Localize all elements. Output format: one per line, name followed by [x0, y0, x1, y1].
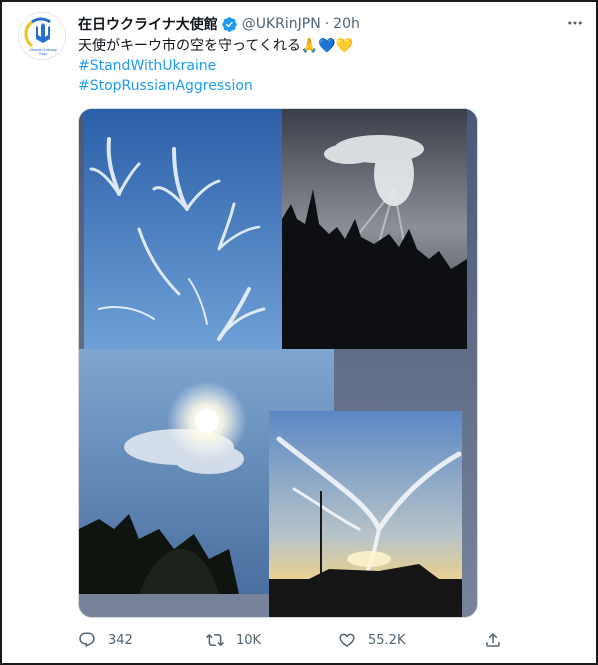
retweet-button[interactable]: 10K	[206, 628, 261, 652]
hashtag-link-stoprussianaggression[interactable]: #StopRussianAggression	[78, 76, 253, 96]
photo-sunset-clouds	[269, 411, 462, 617]
like-count: 55.2K	[368, 632, 406, 648]
avatar[interactable]: Ukrainian Embassy Tokyo	[18, 12, 66, 60]
user-handle[interactable]: @UKRinJPN	[242, 16, 321, 32]
like-icon	[339, 633, 355, 647]
more-options-icon[interactable]	[564, 12, 586, 34]
share-button[interactable]	[484, 628, 502, 652]
tweet-text: 天使がキーウ市の空を守ってくれる🙏💙💛	[78, 38, 354, 54]
retweet-count: 10K	[236, 632, 262, 648]
display-name[interactable]: 在日ウクライナ大使館	[78, 14, 218, 34]
retweet-icon	[206, 633, 224, 647]
tweet-card[interactable]: Ukrainian Embassy Tokyo 在日ウクライナ大使館 @UKRi…	[10, 8, 588, 658]
reply-icon	[79, 632, 95, 648]
verified-badge-icon	[221, 16, 238, 33]
separator-dot: ·	[324, 16, 330, 32]
hashtag-link-standwithukraine[interactable]: #StandWithUkraine	[78, 56, 216, 76]
tweet-image[interactable]	[78, 108, 478, 618]
svg-text:Tokyo: Tokyo	[39, 52, 48, 56]
reply-button[interactable]: 342	[78, 628, 133, 652]
timestamp[interactable]: 20h	[333, 16, 360, 32]
tweet-header: 在日ウクライナ大使館 @UKRinJPN · 20h	[78, 14, 568, 34]
like-button[interactable]: 55.2K	[338, 628, 405, 652]
photo-clouds-topleft	[84, 109, 282, 349]
action-bar: 342 10K 55.2K	[78, 628, 508, 652]
embassy-logo-icon: Ukrainian Embassy Tokyo	[19, 13, 65, 59]
photo-angel-silhouette	[282, 109, 467, 349]
share-icon	[486, 632, 500, 647]
reply-count: 342	[108, 632, 133, 648]
